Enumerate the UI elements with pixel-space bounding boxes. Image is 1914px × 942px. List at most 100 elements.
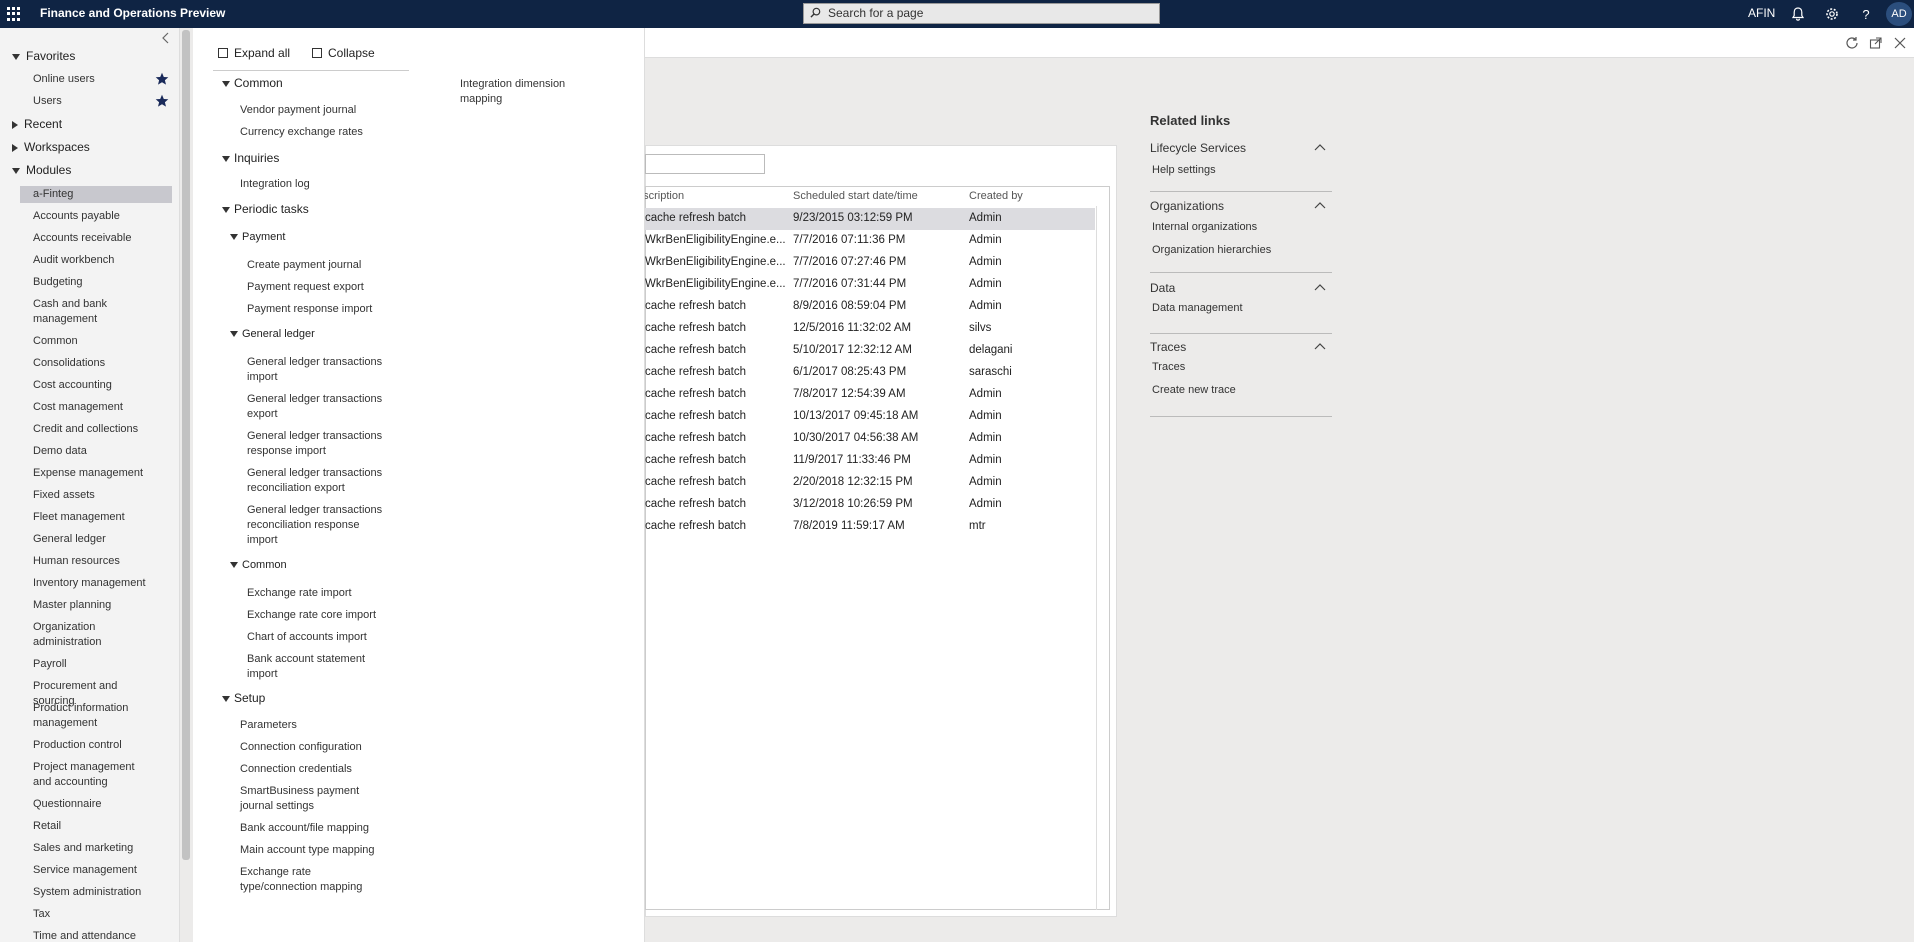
filter-input[interactable] <box>645 154 765 174</box>
nav-module-item[interactable]: Procurement and sourcing <box>20 678 172 707</box>
nav-module-item[interactable]: Consolidations <box>20 355 172 372</box>
table-row[interactable]: cache refresh batch 10/13/2017 09:45:18 A… <box>645 406 1095 428</box>
flyout-link[interactable]: General ledger transactions reconciliati… <box>247 466 387 496</box>
bell-icon[interactable] <box>1789 5 1807 23</box>
nav-module-item[interactable]: Time and attendance <box>20 928 172 942</box>
favorite-online-users[interactable]: Online users <box>20 72 172 87</box>
flyout-link[interactable]: Connection credentials <box>240 762 385 777</box>
nav-module-item[interactable]: Retail <box>20 818 172 835</box>
table-row[interactable]: cache refresh batch 7/8/2019 11:59:17 AM m… <box>645 516 1095 538</box>
table-row[interactable]: cache refresh batch 3/12/2018 10:26:59 PM… <box>645 494 1095 516</box>
flyout-link[interactable]: General ledger transactions export <box>247 392 387 422</box>
nav-workspaces-header[interactable]: Workspaces <box>12 140 90 154</box>
table-row[interactable]: WkrBenEligibilityEngine.e... 7/7/2016 07:… <box>645 230 1095 252</box>
flyout-section-periodic-tasks[interactable]: Periodic tasks <box>222 202 309 216</box>
nav-module-item[interactable]: Fixed assets <box>20 487 172 504</box>
nav-module-item[interactable]: Budgeting <box>20 274 172 291</box>
flyout-link[interactable]: Chart of accounts import <box>247 630 387 645</box>
flyout-link[interactable]: Integration log <box>240 177 390 192</box>
help-icon[interactable]: ? <box>1857 5 1875 23</box>
flyout-section-common[interactable]: Common <box>222 76 283 90</box>
open-new-window-icon[interactable] <box>1868 35 1884 51</box>
table-row[interactable]: cache refresh batch 12/5/2016 11:32:02 AM… <box>645 318 1095 340</box>
nav-module-item[interactable]: Accounts payable <box>20 208 172 225</box>
nav-module-item[interactable]: Questionnaire <box>20 796 172 813</box>
nav-module-item[interactable]: Production control <box>20 737 172 754</box>
flyout-section-setup[interactable]: Setup <box>222 691 265 705</box>
avatar[interactable]: AD <box>1886 2 1912 26</box>
flyout-link[interactable]: Create payment journal <box>247 258 397 273</box>
flyout-subsection-general-ledger[interactable]: General ledger <box>230 328 315 340</box>
nav-module-item[interactable]: Credit and collections <box>20 421 172 438</box>
nav-module-item[interactable]: Product information management <box>20 700 172 732</box>
chevron-left-icon[interactable] <box>160 31 172 45</box>
search-input[interactable]: Search for a page <box>803 3 1160 24</box>
flyout-link[interactable]: Bank account/file mapping <box>240 821 385 836</box>
table-row[interactable]: cache refresh batch 11/9/2017 11:33:46 PM… <box>645 450 1095 472</box>
flyout-section-inquiries[interactable]: Inquiries <box>222 151 279 165</box>
table-row[interactable]: WkrBenEligibilityEngine.e... 7/7/2016 07:… <box>645 274 1095 296</box>
flyout-link[interactable]: Vendor payment journal <box>240 103 390 118</box>
chevron-up-icon[interactable] <box>1314 143 1326 151</box>
table-row[interactable]: cache refresh batch 9/23/2015 03:12:59 PM… <box>645 208 1095 230</box>
nav-module-item[interactable]: Cost management <box>20 399 172 416</box>
expand-all-button[interactable]: Expand all <box>218 46 290 60</box>
nav-module-item[interactable]: Accounts receivable <box>20 230 172 247</box>
table-row[interactable]: cache refresh batch 7/8/2017 12:54:39 AM A… <box>645 384 1095 406</box>
nav-module-item[interactable]: Cash and bank management <box>20 296 172 328</box>
nav-module-item[interactable]: Common <box>20 333 172 350</box>
chevron-up-icon[interactable] <box>1314 201 1326 209</box>
close-icon[interactable] <box>1892 35 1908 51</box>
flyout-subsection-common[interactable]: Common <box>230 559 287 571</box>
related-link[interactable]: Traces <box>1152 361 1185 373</box>
related-link[interactable]: Data management <box>1152 302 1243 314</box>
flyout-link[interactable]: Exchange rate core import <box>247 608 387 623</box>
nav-module-item[interactable]: Cost accounting <box>20 377 172 394</box>
chevron-up-icon[interactable] <box>1314 342 1326 350</box>
related-section-title[interactable]: Traces <box>1150 340 1332 354</box>
flyout-link[interactable]: Integration dimension mapping <box>460 77 590 107</box>
nav-module-item[interactable]: Human resources <box>20 553 172 570</box>
flyout-link[interactable]: Exchange rate type/connection mapping <box>240 865 385 895</box>
flyout-link[interactable]: General ledger transactions reconciliati… <box>247 503 387 548</box>
collapse-button[interactable]: Collapse <box>312 46 375 60</box>
related-link[interactable]: Internal organizations <box>1152 221 1257 233</box>
nav-module-item[interactable]: Master planning <box>20 597 172 614</box>
nav-modules-header[interactable]: Modules <box>12 163 71 177</box>
table-row[interactable]: cache refresh batch 2/20/2018 12:32:15 PM… <box>645 472 1095 494</box>
nav-module-item[interactable]: Expense management <box>20 465 172 482</box>
flyout-link[interactable]: Currency exchange rates <box>240 125 390 140</box>
app-title[interactable]: Finance and Operations Preview <box>40 6 225 20</box>
flyout-link[interactable]: SmartBusiness payment journal settings <box>240 784 385 814</box>
nav-module-item[interactable]: General ledger <box>20 531 172 548</box>
app-launcher-icon[interactable] <box>6 6 22 22</box>
related-link[interactable]: Organization hierarchies <box>1152 244 1271 256</box>
flyout-link[interactable]: Exchange rate import <box>247 586 387 601</box>
nav-module-item[interactable]: Audit workbench <box>20 252 172 269</box>
flyout-link[interactable]: Payment response import <box>247 302 397 317</box>
nav-favorites-header[interactable]: Favorites <box>12 49 75 63</box>
table-row[interactable]: cache refresh batch 5/10/2017 12:32:12 AM… <box>645 340 1095 362</box>
star-icon[interactable] <box>155 72 169 86</box>
related-link[interactable]: Create new trace <box>1152 384 1236 396</box>
nav-scrollbar[interactable] <box>182 30 190 860</box>
flyout-link[interactable]: General ledger transactions import <box>247 355 387 385</box>
related-section-title[interactable]: Data <box>1150 281 1332 295</box>
nav-module-item[interactable]: Inventory management <box>20 575 172 592</box>
nav-module-item[interactable]: Payroll <box>20 656 172 673</box>
flyout-link[interactable]: General ledger transactions response imp… <box>247 429 387 459</box>
nav-module-item[interactable]: Sales and marketing <box>20 840 172 857</box>
flyout-link[interactable]: Connection configuration <box>240 740 385 755</box>
flyout-link[interactable]: Parameters <box>240 718 385 733</box>
company-picker[interactable]: AFIN <box>1748 6 1775 20</box>
flyout-link[interactable]: Bank account statement import <box>247 652 387 682</box>
flyout-subsection-payment[interactable]: Payment <box>230 231 285 243</box>
nav-module-item[interactable]: Demo data <box>20 443 172 460</box>
table-row[interactable]: WkrBenEligibilityEngine.e... 7/7/2016 07:… <box>645 252 1095 274</box>
nav-module-item[interactable]: Organization administration <box>20 619 172 651</box>
nav-module-item[interactable]: Fleet management <box>20 509 172 526</box>
related-section-title[interactable]: Organizations <box>1150 199 1332 213</box>
related-section-title[interactable]: Lifecycle Services <box>1150 141 1332 155</box>
favorite-users[interactable]: Users <box>20 94 172 109</box>
table-row[interactable]: cache refresh batch 8/9/2016 08:59:04 PM A… <box>645 296 1095 318</box>
